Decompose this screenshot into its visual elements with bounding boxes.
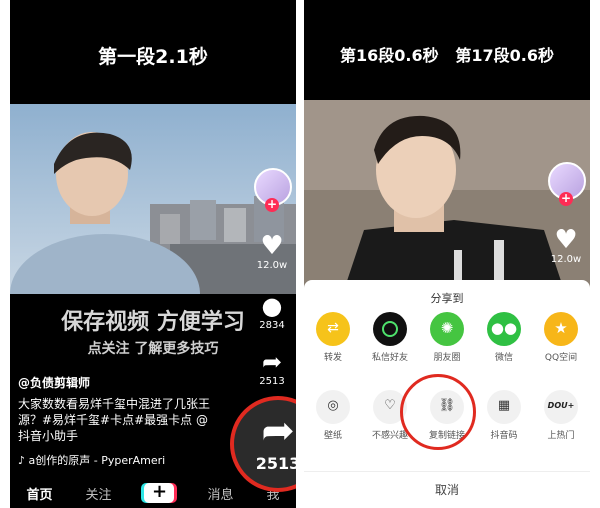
share-option-repost[interactable]: ⇄ 转发 — [310, 312, 356, 363]
share-option-label: 微信 — [494, 353, 513, 363]
username[interactable]: @负债剪辑师 — [18, 374, 90, 391]
share-option-wechat[interactable]: ●● 微信 — [481, 312, 527, 363]
follow-plus-button[interactable]: + — [265, 198, 279, 212]
music-note-icon: ♪ — [18, 454, 29, 467]
share-arrow-icon-large: ➦ — [261, 408, 295, 454]
left-video-panel: 第一段2.1秒 + ♥ 12.0w ● 2834 ➦ 2513 保存视频 方便学… — [10, 0, 296, 508]
qzone-icon: ★ — [544, 312, 578, 346]
copy-link-highlight-circle — [400, 374, 476, 450]
cancel-button[interactable]: 取消 — [304, 481, 590, 498]
like-button[interactable]: ♥ 12.0w — [546, 226, 586, 265]
create-button[interactable]: + — [144, 483, 175, 503]
heart-icon: ♥ — [260, 231, 284, 261]
share-sheet: 分享到 ⇄ 转发 私信好友 ✺ 朋友圈 ●● 微信 ★ QQ空间 ◎ 壁纸 ♡ … — [304, 280, 590, 508]
like-count: 12.0w — [256, 260, 288, 271]
zoomed-share-count: 2513 — [255, 454, 296, 473]
overlay-subtitle: 点关注 了解更多技巧 — [87, 341, 219, 357]
dou-plus-icon: DOU+ — [544, 390, 578, 424]
share-sheet-title: 分享到 — [430, 292, 464, 305]
video-description: 大家数数看易烊千玺中混进了几张王源？#易烊千玺#卡点#最强卡点 @抖音小助手 — [18, 397, 211, 443]
segment-caption: 第16段0.6秒 第17段0.6秒 — [340, 46, 554, 65]
message-friend-icon — [373, 312, 407, 346]
nav-messages[interactable]: 消息 — [207, 484, 233, 503]
overlay-title: 保存视频 方便学习 — [61, 310, 245, 335]
wallpaper-icon: ◎ — [316, 390, 350, 424]
share-count: 2513 — [259, 376, 285, 387]
share-option-label: 朋友圈 — [433, 353, 461, 363]
like-button[interactable]: ♥ 12.0w — [252, 232, 292, 271]
action-dou-plus[interactable]: DOU+ 上热门 — [538, 390, 584, 441]
follow-plus-button[interactable]: + — [559, 192, 573, 206]
action-label: 壁纸 — [323, 431, 342, 441]
share-option-label: 转发 — [323, 353, 342, 363]
heart-icon: ♥ — [554, 225, 578, 255]
segment-caption: 第一段2.1秒 — [98, 46, 208, 68]
share-option-label: 私信好友 — [371, 353, 408, 363]
moments-icon: ✺ — [430, 312, 464, 346]
share-option-message-friend[interactable]: 私信好友 — [367, 312, 413, 363]
share-option-moments[interactable]: ✺ 朋友圈 — [424, 312, 470, 363]
cancel-divider — [304, 471, 590, 472]
repost-icon: ⇄ — [316, 312, 350, 346]
nav-home[interactable]: 首页 — [26, 484, 52, 503]
share-option-qzone[interactable]: ★ QQ空间 — [538, 312, 584, 363]
share-row-apps: ⇄ 转发 私信好友 ✺ 朋友圈 ●● 微信 ★ QQ空间 — [304, 312, 590, 363]
music-info[interactable]: ♪ a创作的原声 - PyperAmeri — [18, 452, 165, 468]
action-label: 上热门 — [547, 431, 575, 441]
action-qr-code[interactable]: ▦ 抖音码 — [481, 390, 527, 441]
action-label: 不感兴趣 — [371, 431, 408, 441]
nav-following[interactable]: 关注 — [85, 484, 111, 503]
qr-code-icon: ▦ — [487, 390, 521, 424]
wechat-icon: ●● — [487, 312, 521, 346]
right-video-panel: 第16段0.6秒 第17段0.6秒 + ♥ 12.0w 分享到 ⇄ 转发 私信好… — [304, 0, 590, 508]
like-count: 12.0w — [550, 254, 582, 265]
action-wallpaper[interactable]: ◎ 壁纸 — [310, 390, 356, 441]
action-label: 抖音码 — [490, 431, 518, 441]
music-label: a创作的原声 - PyperAmeri — [28, 454, 166, 467]
share-option-label: QQ空间 — [544, 353, 578, 363]
